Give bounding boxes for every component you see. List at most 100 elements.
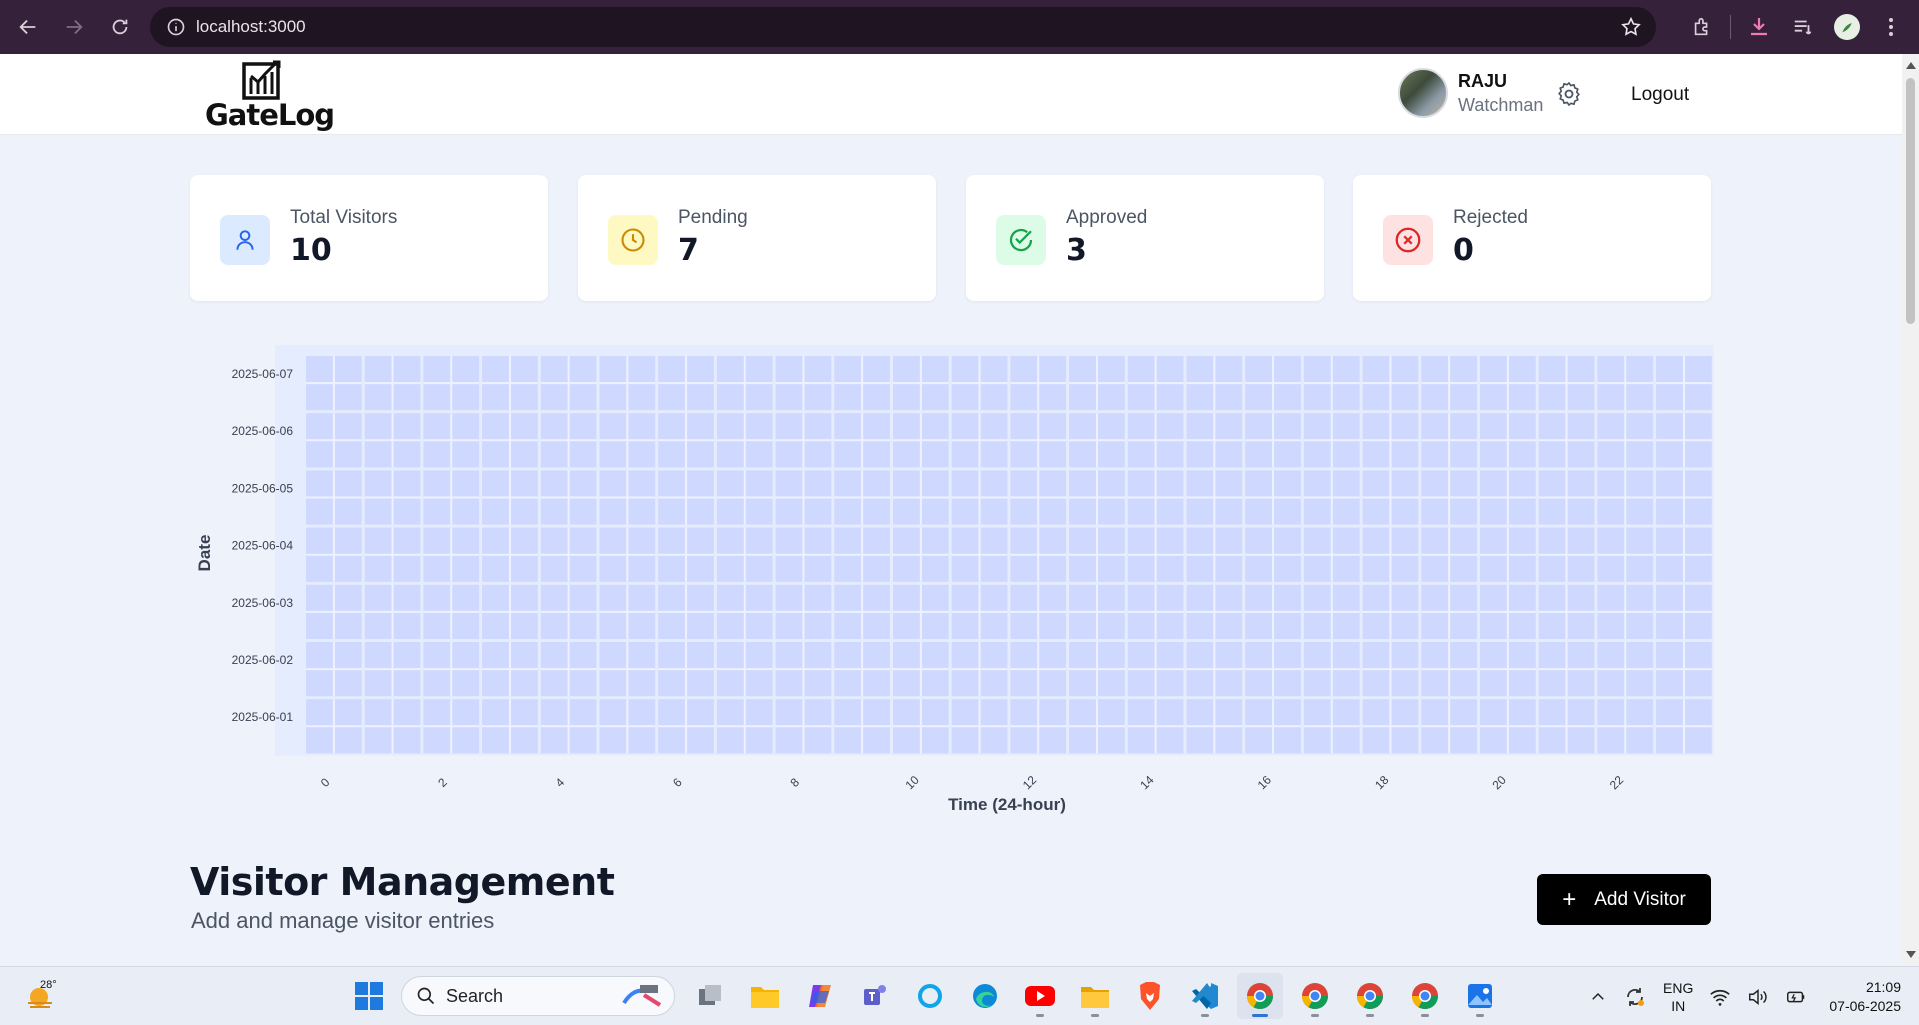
info-icon[interactable] [156,17,196,37]
settings-button[interactable] [1555,80,1583,112]
edge-icon[interactable] [962,973,1008,1019]
running-indicator [1091,1014,1099,1017]
chrome-profile-2-icon[interactable] [1292,973,1338,1019]
stat-icon-box [220,215,270,265]
running-indicator [1476,1014,1484,1017]
teams-icon[interactable] [852,973,898,1019]
page-subtitle: Add and manage visitor entries [191,908,495,933]
y-tick-label: 2025-06-06 [232,424,294,438]
stat-value: 3 [1066,233,1087,268]
vscode-icon[interactable] [1182,973,1228,1019]
start-button[interactable] [346,973,392,1019]
search-highlight-icon [622,985,662,1007]
media-playlist-icon[interactable] [1781,5,1825,49]
stat-icon-box [996,215,1046,265]
search-label: Search [446,985,504,1006]
stat-icon-box [1383,215,1433,265]
y-tick-label: 2025-06-03 [232,596,294,610]
check-circle-icon [1009,228,1033,252]
stat-value: 0 [1453,233,1474,268]
cortana-icon[interactable] [907,973,953,1019]
running-indicator [1201,1014,1209,1017]
arrow-right-icon [66,19,83,35]
x-circle-icon [1395,227,1421,253]
folder-icon[interactable] [1072,973,1118,1019]
windows-logo-icon [355,982,383,1010]
chrome-profile-3-icon[interactable] [1347,973,1393,1019]
stat-value: 10 [290,233,332,268]
x-tick-label: 8 [787,775,802,790]
url-text: localhost:3000 [196,17,306,36]
running-indicator [1311,1014,1319,1017]
file-explorer-icon[interactable] [742,973,788,1019]
logout-button[interactable]: Logout [1631,84,1689,106]
reload-button[interactable] [98,5,142,49]
x-tick-label: 6 [670,775,685,790]
x-tick-label: 14 [1137,773,1157,793]
logo-text: GateLog [205,98,335,132]
battery-icon[interactable] [1785,986,1807,1008]
stat-label: Pending [678,207,748,228]
stat-card-total-visitors: Total Visitors 10 [190,175,548,301]
x-tick-label: 10 [902,773,922,793]
page-scrollbar[interactable] [1902,54,1919,966]
arrow-left-icon [19,19,36,35]
sync-icon[interactable] [1623,985,1647,1009]
reload-icon [112,19,128,35]
y-tick-label: 2025-06-04 [232,539,294,553]
language-indicator[interactable]: ENG IN [1663,979,1693,1015]
stat-card-pending: Pending 7 [578,175,936,301]
clock-date: 07-06-2025 [1829,997,1901,1014]
lang-line1: ENG [1663,979,1694,996]
y-tick-label: 2025-06-05 [232,481,294,495]
forward-button[interactable] [52,5,96,49]
address-bar[interactable]: localhost:3000 [150,7,1656,47]
wifi-icon[interactable] [1709,986,1731,1008]
stat-label: Approved [1066,207,1148,228]
clock-time: 21:09 [1865,978,1901,995]
stat-card-approved: Approved 3 [966,175,1324,301]
gear-icon [1558,82,1580,106]
running-indicator [1036,1014,1044,1017]
task-view-icon[interactable] [687,973,733,1019]
scroll-down-arrow[interactable] [1906,951,1916,958]
user-profile: RAJU Watchman [1398,68,1543,118]
volume-icon[interactable] [1747,986,1769,1008]
app-header: GateLog RAJU Watchman Logout [0,54,1902,135]
back-button[interactable] [6,5,50,49]
add-visitor-button[interactable]: + Add Visitor [1537,874,1711,925]
taskbar-clock[interactable]: 21:09 07-06-2025 [1829,978,1901,1016]
clock-icon [621,228,645,252]
copilot-icon[interactable] [797,973,843,1019]
weather-temp: 28° [40,979,57,991]
add-visitor-label: Add Visitor [1594,888,1686,910]
toolbar-divider [1730,15,1731,39]
scroll-thumb[interactable] [1906,78,1915,324]
photos-icon[interactable] [1457,973,1503,1019]
chevron-up-icon[interactable] [1589,988,1607,1006]
chrome-icon-active[interactable] [1237,973,1283,1019]
chrome-profile-4-icon[interactable] [1402,973,1448,1019]
stat-value: 7 [678,233,699,268]
extensions-icon[interactable] [1680,5,1724,49]
x-tick-label: 4 [553,775,568,790]
avatar [1398,68,1448,118]
gatelog-logo[interactable]: GateLog [205,60,335,132]
plus-icon: + [1562,885,1577,913]
stat-icon-box [608,215,658,265]
x-tick-label: 18 [1372,773,1392,793]
stat-label: Total Visitors [290,207,398,228]
brave-icon[interactable] [1127,973,1173,1019]
download-icon[interactable] [1737,5,1781,49]
profile-avatar-icon[interactable] [1825,5,1869,49]
menu-kebab-icon[interactable] [1869,5,1913,49]
scroll-up-arrow[interactable] [1906,62,1916,69]
user-role: Watchman [1458,94,1544,115]
bookmark-star-icon[interactable] [1620,16,1642,42]
y-tick-label: 2025-06-02 [232,653,294,667]
stat-card-rejected: Rejected 0 [1353,175,1711,301]
taskbar-search[interactable]: Search [401,976,675,1016]
youtube-icon[interactable] [1017,973,1063,1019]
logo-chart-icon [242,60,281,100]
x-tick-label: 20 [1489,773,1509,793]
